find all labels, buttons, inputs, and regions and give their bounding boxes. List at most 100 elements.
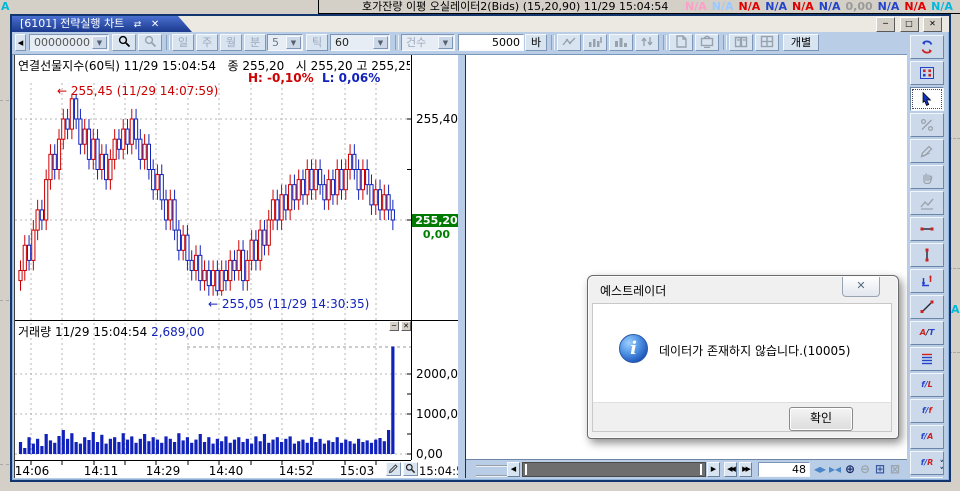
chevron-down-icon[interactable]: ▼ [286,36,301,49]
period-button-1[interactable]: 일 [172,34,194,51]
save-chart-button[interactable] [669,34,693,51]
zoom-in-icon[interactable]: ⊕ [845,462,855,477]
current-price-label: 255,20 [412,214,461,227]
volume-header: 거래량 11/29 15:04:54 2,689,00 [18,323,205,340]
tick-button[interactable]: 틱 [306,34,328,51]
period-button-4[interactable]: 분 [244,34,266,51]
tab-link-icon[interactable]: ⇄ [134,20,142,30]
screen-capture-button[interactable] [695,34,719,51]
bar-chart-tool-button[interactable] [609,34,633,51]
period-button-3[interactable]: 월 [220,34,242,51]
window-controls: ─ □ ✕ [875,17,942,32]
candlestick-chart[interactable] [15,55,458,467]
sync-arrows-icon [919,39,935,55]
zoom-out-icon[interactable]: ⊖ [860,462,870,477]
layout-pattern-button[interactable] [910,61,944,85]
minute-combobox[interactable]: 5▼ [267,34,303,51]
scrollbar-thumb-end[interactable] [700,464,702,475]
dialog-message: 데이터가 존재하지 않습니다.(10005) [659,342,850,359]
time-tick-label: 14:40 [209,464,244,478]
chevron-down-icon[interactable]: ▼ [92,36,107,49]
formula-angle-tool[interactable]: f/A [910,425,944,449]
expand-horizontal-icon[interactable]: ◂▸ [814,462,826,477]
volume-tick-label: 0,00 [416,447,443,461]
indicator-value: 0,00 [846,0,873,13]
fast-backward-button[interactable]: ◀◀ [724,462,737,477]
chart-line-icon [919,195,935,211]
count-label: 건수 [406,36,426,49]
symbol-search2-button[interactable] [138,34,162,51]
ok-button[interactable]: 확인 [789,407,853,431]
freehand-draw-button[interactable] [910,139,944,163]
grid-view-button[interactable] [755,34,779,51]
desktop: A 호가잔량 이평 오실레이터2(Bids) (15,20,90) 11/29 … [0,0,960,491]
draw-axis-button[interactable] [386,462,401,476]
toolbar-separator [723,35,727,50]
toolbar-separator [551,35,555,50]
pane-splitter[interactable] [458,55,466,478]
text-tool-icon: A/T [920,328,935,337]
sort-tool-button[interactable] [635,34,659,51]
hand-tool-button[interactable] [910,165,944,189]
text-tool[interactable]: A/T [910,321,944,345]
scroll-right-button[interactable]: ▶ [707,462,720,477]
volume-title: 거래량 [18,325,51,339]
symbol-search-button[interactable] [112,34,136,51]
box-zoom-icon[interactable]: ⊠ [890,462,900,477]
horizontal-line-tool[interactable] [910,217,944,241]
symbol-combobox[interactable]: 00000000▼ [29,34,109,51]
pointer-tool-button[interactable] [910,87,944,111]
more-tools-chevron-icon[interactable]: ˅˅ [940,462,945,476]
refresh-chart-button[interactable] [910,35,944,59]
bar-position-input[interactable] [758,462,810,477]
volume-pane-close-icon[interactable]: ✕ [401,321,411,331]
scrollbar-thumb-start[interactable] [525,464,527,475]
dialog-close-button[interactable]: ✕ [842,277,880,297]
tab-close-icon[interactable]: ✕ [151,19,159,30]
fast-forward-button[interactable]: ▶▶ [739,462,752,477]
price-marker-tool[interactable] [910,269,944,293]
volume-value: 2,689,00 [151,325,204,339]
formula-function-tool[interactable]: f/f [910,399,944,423]
collapse-horizontal-icon[interactable]: ▸◂ [829,462,841,477]
close-button[interactable]: ✕ [923,17,942,32]
chevron-down-icon[interactable]: ▼ [373,36,388,49]
tick-count-combobox[interactable]: 60▼ [330,34,390,51]
resize-grip[interactable] [476,465,510,477]
minimize-button[interactable]: ─ [876,17,895,32]
grid-zoom-icon[interactable]: ⊞ [875,462,885,477]
chevron-down-icon[interactable]: ▼ [438,36,453,49]
bar-count-input[interactable] [458,34,524,51]
zoom-axis-button[interactable] [403,462,418,476]
indicator-value: N/A [819,0,841,13]
volume-pane-minimize-icon[interactable]: ─ [389,321,399,331]
edit-line-button[interactable] [910,191,944,215]
time-tick-label: 14:11 [84,464,119,478]
indicator-value: N/A [765,0,787,13]
collapse-toolbar-button[interactable]: ◂ [15,34,26,51]
trendline-tool[interactable] [910,295,944,319]
background-indicator-strip: A 호가잔량 이평 오실레이터2(Bids) (15,20,90) 11/29 … [0,0,960,14]
scroll-left-button[interactable]: ◀ [507,462,520,477]
line-chart-tool-button[interactable] [557,34,581,51]
report-button[interactable] [729,34,753,51]
count-combobox[interactable]: 건수 ▼ [401,34,455,51]
vertical-line-tool[interactable] [910,243,944,267]
fibonacci-tool[interactable] [910,347,944,371]
chart-pane: 연결선물지수(60틱) 11/29 15:04:54 종 255,20 시 25… [14,55,458,478]
high-annotation: ← 255,45 (11/29 14:07:59) [57,84,218,98]
bar-unit-button[interactable]: 바 [525,34,547,51]
indicator-strip-label: 호가잔량 이평 오실레이터2(Bids) (15,20,90) 11/29 15… [362,0,668,13]
individual-button[interactable]: 개별 [783,34,819,51]
window-title-tab[interactable]: [6101] 전략실행 차트 ⇄ ✕ [12,16,200,32]
document-icon [674,35,688,48]
bar-alert-tool-button[interactable] [583,34,607,51]
scrollbar-track[interactable] [522,462,706,477]
indicator-value: N/A [792,0,814,13]
period-button-2[interactable]: 주 [196,34,218,51]
dialog-body: i 데이터가 존재하지 않습니다.(10005) [592,303,892,403]
percent-tool-button[interactable] [910,113,944,137]
formula-line-tool[interactable]: f/L [910,373,944,397]
hatch-tool[interactable] [910,477,944,478]
maximize-button[interactable]: □ [900,17,919,32]
